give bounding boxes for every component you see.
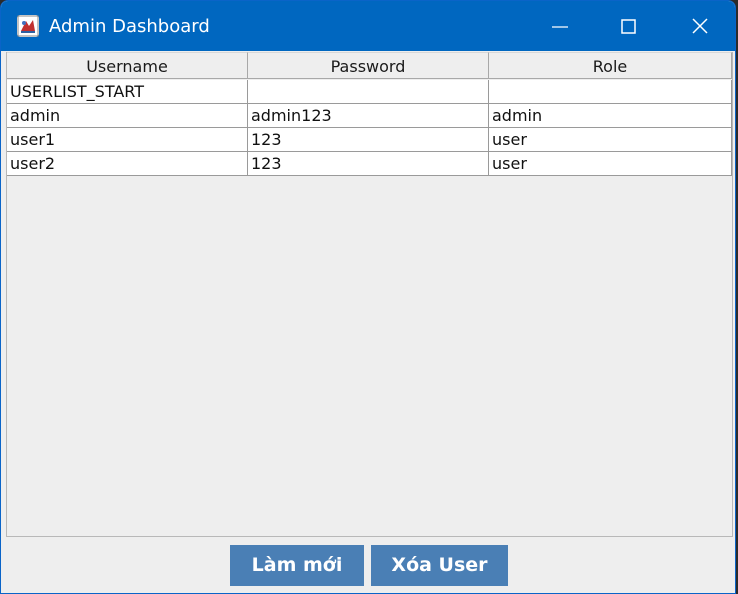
cell-username[interactable]: user2 (7, 152, 248, 176)
title-bar[interactable]: Admin Dashboard (1, 1, 735, 51)
close-button[interactable] (671, 1, 729, 51)
close-icon (692, 18, 708, 34)
maximize-button[interactable] (599, 1, 657, 51)
table-row[interactable]: USERLIST_START (7, 80, 732, 104)
cell-role[interactable] (489, 80, 732, 104)
column-header-password[interactable]: Password (248, 52, 489, 79)
refresh-button[interactable]: Làm mới (230, 545, 364, 586)
window-title: Admin Dashboard (49, 16, 210, 37)
table-header: Username Password Role (7, 52, 732, 80)
java-app-icon (17, 15, 39, 37)
cell-password[interactable]: admin123 (248, 104, 489, 128)
admin-dashboard-window: Admin Dashboard Username Password Role U… (0, 0, 736, 594)
minimize-button[interactable] (531, 1, 589, 51)
action-bar: Làm mới Xóa User (1, 537, 735, 593)
cell-password[interactable] (248, 80, 489, 104)
cell-username[interactable]: user1 (7, 128, 248, 152)
table-row[interactable]: admin admin123 admin (7, 104, 732, 128)
cell-role[interactable]: user (489, 128, 732, 152)
user-table[interactable]: Username Password Role USERLIST_START ad… (6, 52, 733, 537)
cell-password[interactable]: 123 (248, 128, 489, 152)
minimize-icon (552, 26, 568, 28)
cell-role[interactable]: user (489, 152, 732, 176)
cell-password[interactable]: 123 (248, 152, 489, 176)
table-body: USERLIST_START admin admin123 admin user… (7, 80, 732, 176)
column-header-username[interactable]: Username (7, 52, 248, 79)
table-row[interactable]: user1 123 user (7, 128, 732, 152)
column-header-role[interactable]: Role (489, 52, 732, 79)
maximize-icon (621, 19, 636, 34)
delete-user-button[interactable]: Xóa User (371, 545, 508, 586)
cell-username[interactable]: admin (7, 104, 248, 128)
table-row[interactable]: user2 123 user (7, 152, 732, 176)
cell-username[interactable]: USERLIST_START (7, 80, 248, 104)
cell-role[interactable]: admin (489, 104, 732, 128)
